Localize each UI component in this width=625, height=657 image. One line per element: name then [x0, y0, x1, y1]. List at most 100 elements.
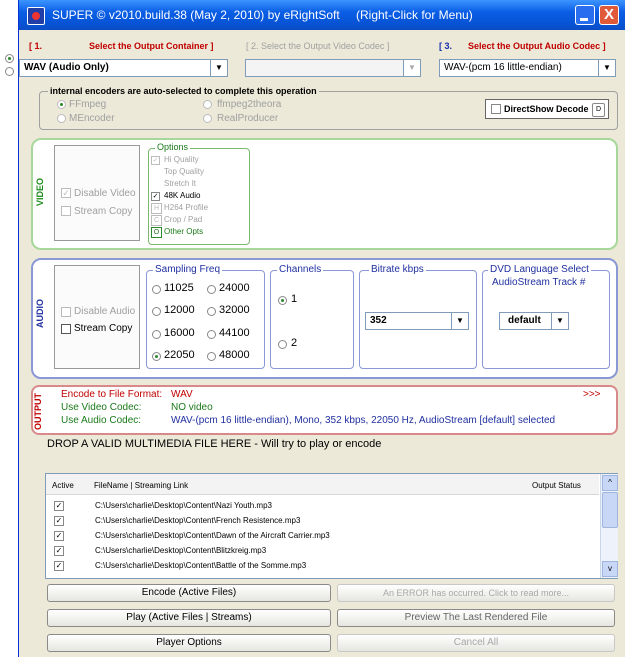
scroll-up-icon[interactable]: ^ [602, 475, 618, 491]
freq-radio-22050[interactable] [152, 352, 161, 361]
freq-radio-44100[interactable] [207, 330, 216, 339]
encoder-radio-ffmpeg[interactable] [57, 100, 66, 109]
output-container-select[interactable]: WAV (Audio Only) ▼ [19, 59, 228, 77]
disable-audio-checkbox[interactable] [61, 307, 71, 317]
preview-last-rendered-button[interactable]: Preview The Last Rendered File [337, 609, 615, 627]
encoder-radio-realproducer[interactable] [203, 114, 212, 123]
option-crop-badge: C [151, 215, 162, 226]
freq-label-11025: 11025 [164, 282, 194, 294]
audio-disable-box: Disable Audio Stream Copy [54, 265, 140, 369]
freq-radio-24000[interactable] [207, 285, 216, 294]
file-list-scrollbar[interactable]: ^ v [600, 474, 618, 578]
output-video-codec-select[interactable]: ▼ [245, 59, 421, 77]
output-audio-codec-select[interactable]: WAV-(pcm 16 little-endian) ▼ [439, 59, 616, 77]
chevron-down-icon[interactable]: ▼ [551, 313, 568, 329]
option-hi-quality-label: Hi Quality [164, 155, 199, 164]
chevron-down-icon[interactable]: ▼ [451, 313, 468, 329]
file-active-checkbox[interactable]: ✓ [54, 516, 64, 526]
file-active-checkbox[interactable]: ✓ [54, 531, 64, 541]
encode-button[interactable]: Encode (Active Files) [47, 584, 331, 602]
step-1-label: Select the Output Container ] [89, 41, 214, 51]
option-h264-badge: H [151, 203, 162, 214]
freq-label-44100: 44100 [219, 327, 250, 339]
channel-label-2: 2 [291, 337, 298, 349]
error-message-button[interactable]: An ERROR has occurred. Click to read mor… [337, 584, 615, 602]
file-row[interactable]: ✓ C:\Users\charlie\Desktop\Content\Blitz… [46, 546, 599, 558]
chevron-down-icon[interactable]: ▼ [403, 60, 420, 76]
file-list[interactable]: Active FileName | Streaming Link Output … [45, 473, 618, 579]
window-title: SUPER © v2010.build.38 (May 2, 2010) by … [52, 8, 340, 22]
column-active[interactable]: Active [52, 481, 74, 490]
freq-radio-11025[interactable] [152, 285, 161, 294]
freq-radio-32000[interactable] [207, 307, 216, 316]
bitrate-value: 352 [370, 315, 387, 326]
sampling-freq-title: Sampling Freq [153, 264, 223, 275]
file-row[interactable]: ✓ C:\Users\charlie\Desktop\Content\Battl… [46, 561, 599, 573]
bitrate-title: Bitrate kbps [369, 264, 426, 275]
container-radio-1[interactable] [5, 54, 14, 63]
player-options-button[interactable]: Player Options [47, 634, 331, 652]
freq-label-16000: 16000 [164, 327, 195, 339]
directshow-decode-toggle[interactable]: DirectShow Decode D [485, 99, 609, 119]
step-3-number: [ 3. [439, 41, 453, 51]
freq-radio-48000[interactable] [207, 352, 216, 361]
option-crop-pad-label[interactable]: Crop / Pad [164, 215, 202, 224]
column-filename[interactable]: FileName | Streaming Link [94, 481, 188, 490]
encoder-label-realproducer: RealProducer [217, 113, 279, 124]
dvd-language-title: DVD Language Select [488, 264, 591, 275]
directshow-decode-checkbox[interactable] [491, 104, 501, 114]
file-active-checkbox[interactable]: ✓ [54, 501, 64, 511]
disable-video-checkbox[interactable]: ✓ [61, 188, 71, 198]
step-2-label: [ 2. Select the Output Video Codec ] [246, 41, 390, 51]
option-h264-profile-label[interactable]: H264 Profile [164, 203, 208, 212]
option-hi-quality-checkbox[interactable]: ✓ [151, 156, 160, 165]
container-radio-2[interactable] [5, 67, 14, 76]
minimize-button[interactable] [575, 5, 595, 25]
output-audio-codec-value: WAV-(pcm 16 little-endian), Mono, 352 kb… [171, 415, 556, 426]
app-icon[interactable] [27, 7, 45, 25]
column-output-status[interactable]: Output Status [532, 481, 581, 490]
channel-radio-1[interactable] [278, 296, 287, 305]
directshow-badge: D [592, 103, 605, 117]
directshow-decode-label: DirectShow Decode [504, 104, 589, 114]
freq-radio-16000[interactable] [152, 330, 161, 339]
encoder-radio-ffmpeg2theora[interactable] [203, 100, 212, 109]
chevron-down-icon[interactable]: ▼ [210, 60, 227, 76]
dvd-track-select[interactable]: default ▼ [499, 312, 569, 330]
file-active-checkbox[interactable]: ✓ [54, 546, 64, 556]
output-container-value: WAV (Audio Only) [24, 62, 109, 73]
freq-radio-12000[interactable] [152, 307, 161, 316]
file-row[interactable]: ✓ C:\Users\charlie\Desktop\Content\Frenc… [46, 516, 599, 528]
option-stretch-it-label: Stretch It [164, 179, 197, 188]
cancel-all-button[interactable]: Cancel All [337, 634, 615, 652]
freq-label-12000: 12000 [164, 304, 195, 316]
file-row[interactable]: ✓ C:\Users\charlie\Desktop\Content\Dawn … [46, 531, 599, 543]
file-row[interactable]: ✓ C:\Users\charlie\Desktop\Content\Nazi … [46, 501, 599, 513]
video-stream-copy-checkbox[interactable] [61, 206, 71, 216]
encoder-radio-mencoder[interactable] [57, 114, 66, 123]
close-button[interactable]: X [599, 5, 619, 25]
option-other-badge: O [151, 227, 162, 238]
channel-radio-2[interactable] [278, 340, 287, 349]
option-48k-audio-checkbox[interactable]: ✓ [151, 192, 160, 201]
channels-title: Channels [277, 264, 324, 275]
scroll-down-icon[interactable]: v [602, 561, 618, 577]
chevron-down-icon[interactable]: ▼ [598, 60, 615, 76]
file-active-checkbox[interactable]: ✓ [54, 561, 64, 571]
video-disable-box: ✓ Disable Video Stream Copy [54, 145, 140, 241]
title-bar[interactable]: SUPER © v2010.build.38 (May 2, 2010) by … [19, 0, 625, 30]
play-button[interactable]: Play (Active Files | Streams) [47, 609, 331, 627]
video-section-label: VIDEO [35, 177, 45, 206]
file-path: C:\Users\charlie\Desktop\Content\Nazi Yo… [95, 501, 272, 510]
encoders-title: internal encoders are auto-selected to c… [48, 86, 319, 96]
drop-zone-text[interactable]: DROP A VALID MULTIMEDIA FILE HERE - Will… [47, 438, 381, 450]
step-1-number: [ 1. [29, 41, 43, 51]
scroll-thumb[interactable] [602, 492, 618, 528]
output-more-link[interactable]: >>> [583, 389, 601, 400]
bitrate-select[interactable]: 352 ▼ [365, 312, 469, 330]
audio-stream-copy-checkbox[interactable] [61, 324, 71, 334]
file-path: C:\Users\charlie\Desktop\Content\Dawn of… [95, 531, 330, 540]
encoder-label-ffmpeg: FFmpeg [69, 99, 107, 110]
audio-section-label: AUDIO [35, 299, 45, 328]
option-other-opts-label[interactable]: Other Opts [164, 227, 203, 236]
